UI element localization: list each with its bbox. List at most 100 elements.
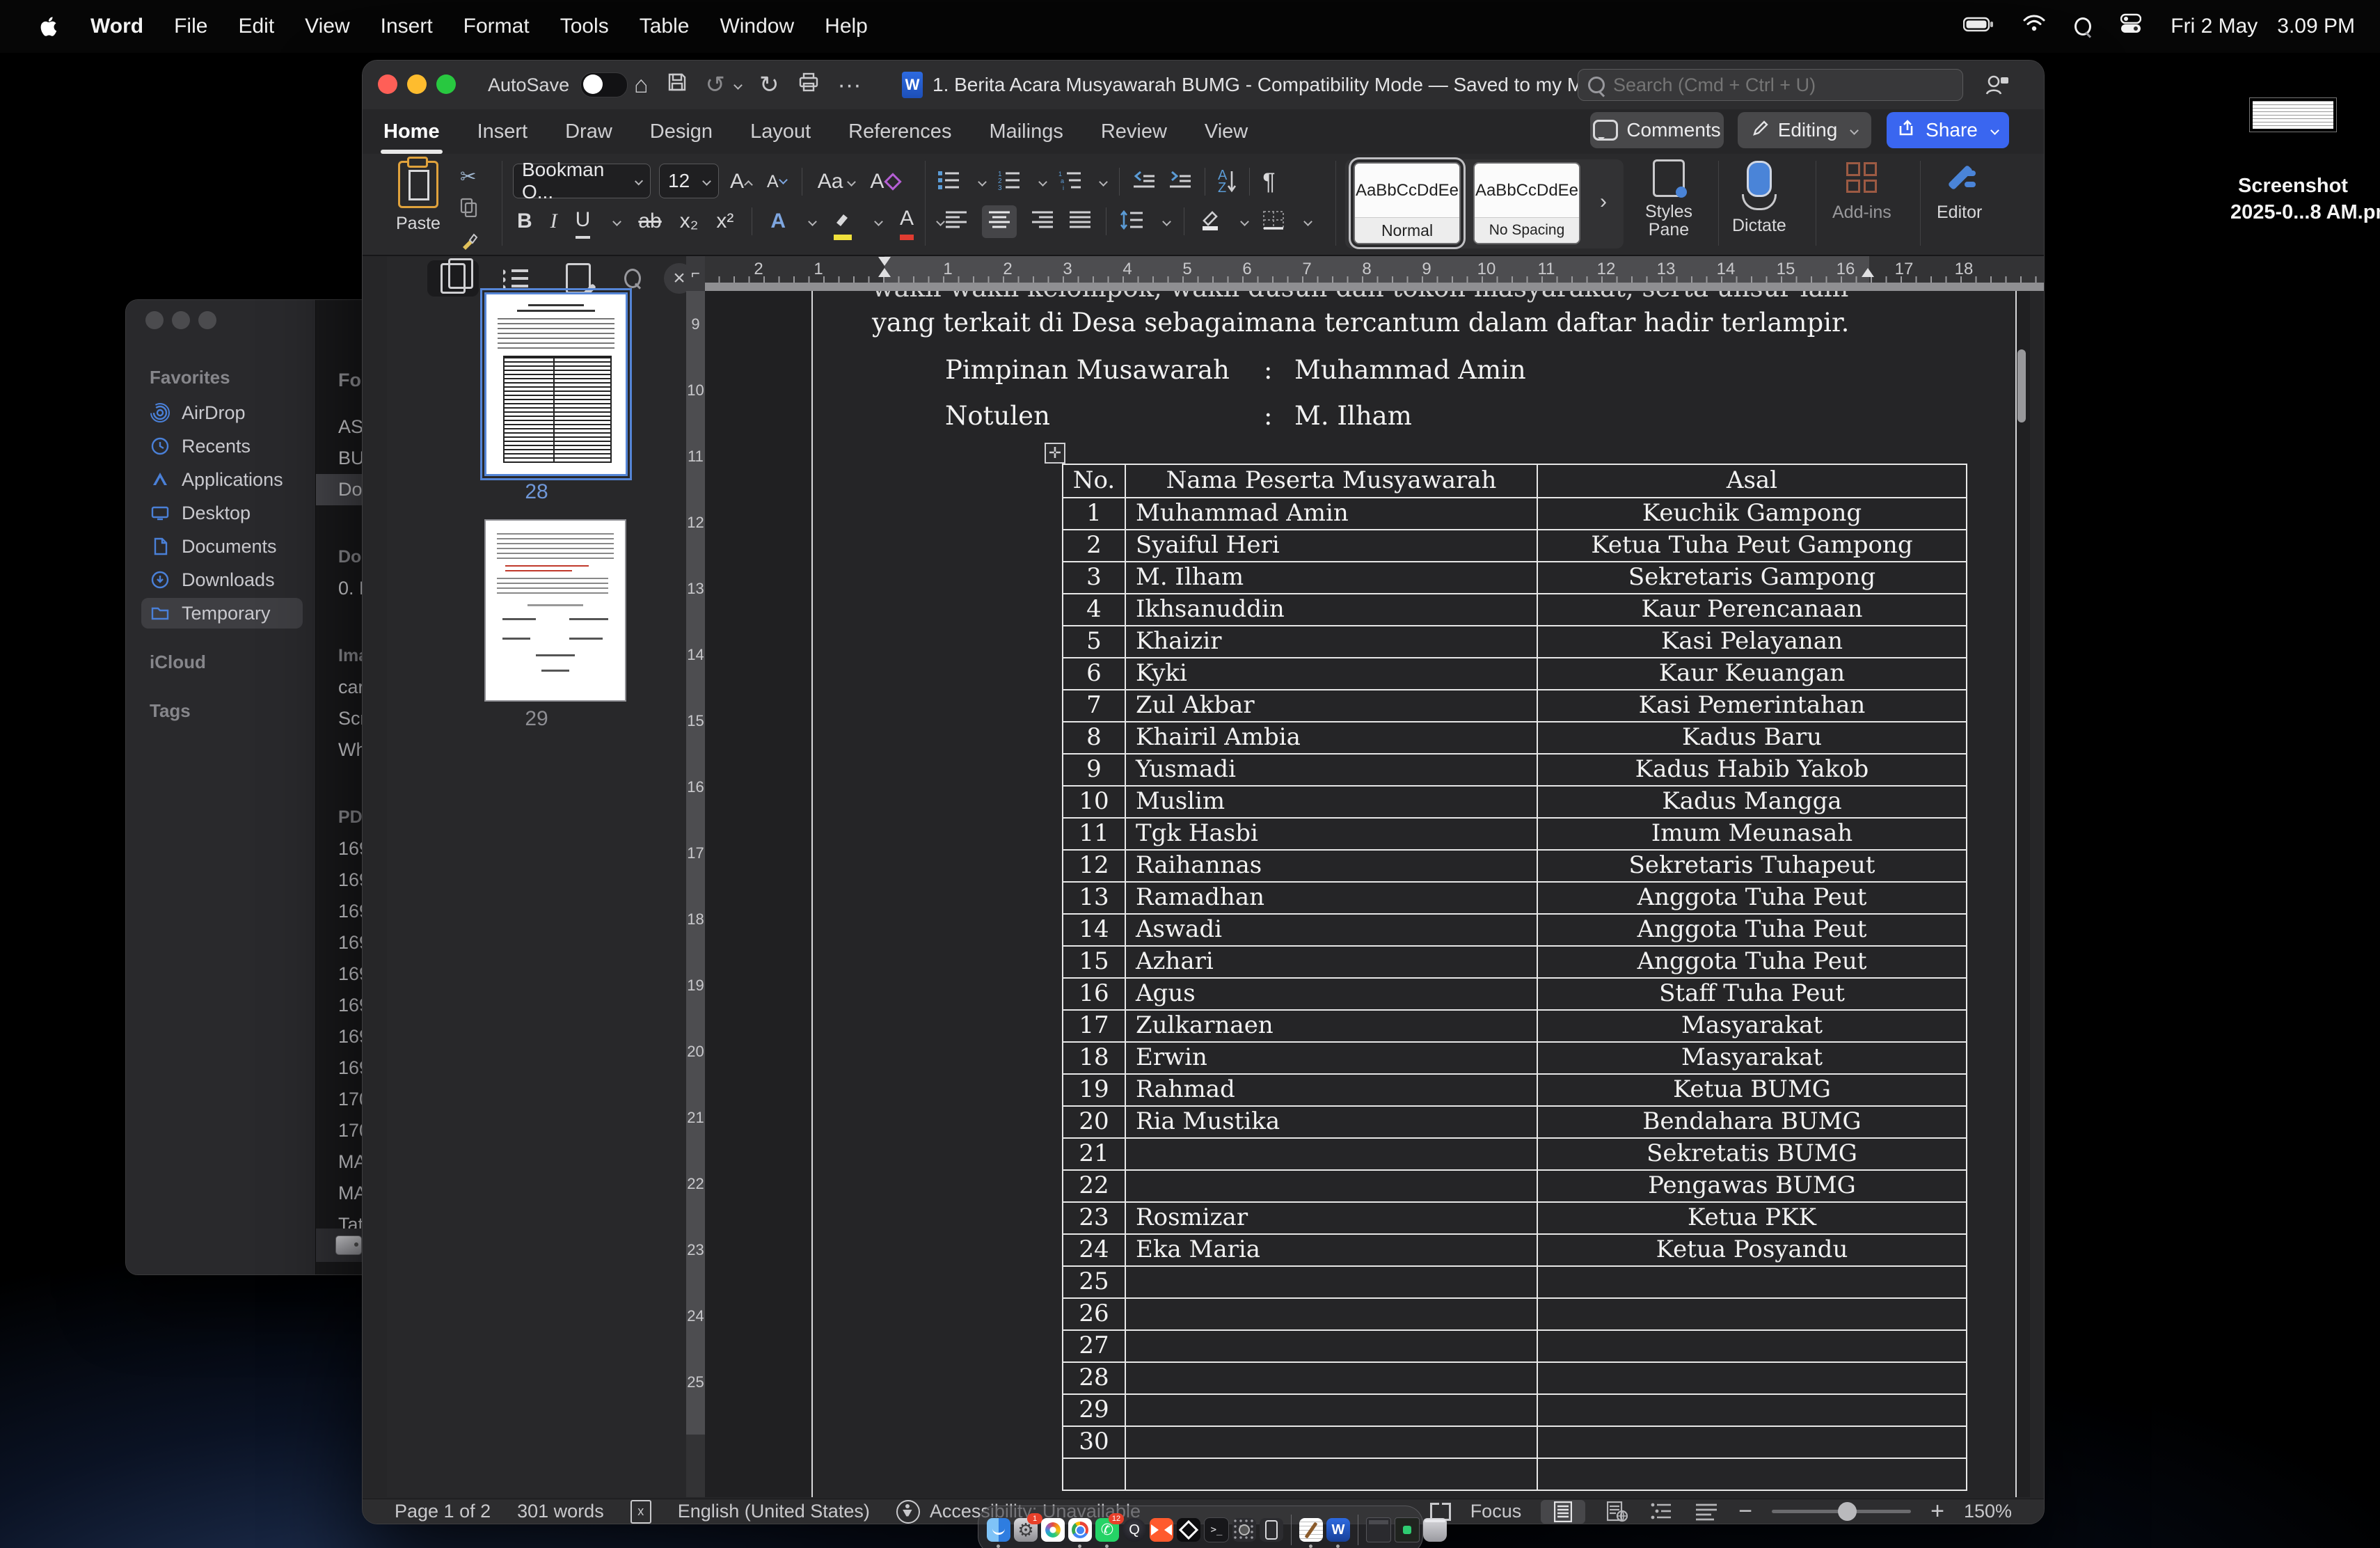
- add-ins-button[interactable]: Add-ins: [1832, 162, 1891, 223]
- language-indicator[interactable]: English (United States): [678, 1501, 870, 1522]
- increase-indent-button[interactable]: [1168, 170, 1192, 194]
- cell-name[interactable]: [1125, 1459, 1537, 1490]
- cell-asal[interactable]: Masyarakat: [1537, 1043, 1966, 1073]
- subscript-button[interactable]: x₂: [680, 205, 699, 237]
- cell-name[interactable]: Erwin: [1125, 1043, 1537, 1073]
- battery-icon[interactable]: [1963, 15, 1994, 38]
- paragraph-text[interactable]: yang terkait di Desa sebagaimana tercant…: [872, 308, 1849, 338]
- zoom-out-button[interactable]: −: [1738, 1498, 1752, 1524]
- sidebar-item-recents[interactable]: Recents: [141, 431, 303, 461]
- ribbon-tab[interactable]: Insert: [475, 120, 531, 143]
- cell-asal[interactable]: Ketua BUMG: [1537, 1075, 1966, 1105]
- menubar-item[interactable]: Help: [825, 15, 868, 38]
- cell-no[interactable]: [1063, 1459, 1125, 1490]
- cell-no[interactable]: 6: [1063, 658, 1125, 689]
- cell-asal[interactable]: Sekretatis BUMG: [1537, 1139, 1966, 1169]
- field-colon[interactable]: :: [1264, 355, 1272, 385]
- save-icon[interactable]: [667, 72, 688, 99]
- cell-asal[interactable]: Sekretaris Tuhapeut: [1537, 851, 1966, 881]
- cell-name[interactable]: [1125, 1171, 1537, 1201]
- cell-no[interactable]: 30: [1063, 1427, 1125, 1458]
- page-indicator[interactable]: Page 1 of 2: [395, 1501, 491, 1522]
- shading-chevron-icon[interactable]: [1240, 217, 1249, 226]
- cell-name[interactable]: [1125, 1267, 1537, 1297]
- cell-name[interactable]: Azhari: [1125, 947, 1537, 977]
- hanging-indent-marker[interactable]: [878, 268, 891, 277]
- cell-no[interactable]: 16: [1063, 979, 1125, 1009]
- field-value[interactable]: M. Ilham: [1294, 401, 1412, 431]
- line-spacing-chevron-icon[interactable]: [1162, 217, 1171, 226]
- cell-no[interactable]: 22: [1063, 1171, 1125, 1201]
- copy-icon[interactable]: [460, 198, 478, 222]
- zoom-slider-thumb[interactable]: [1838, 1502, 1857, 1521]
- dock-iphone-mirroring-icon[interactable]: [1260, 1518, 1283, 1542]
- cell-asal[interactable]: Imum Meunasah: [1537, 819, 1966, 849]
- dock-keyboard-app-icon[interactable]: [1232, 1518, 1256, 1542]
- italic-button[interactable]: I: [550, 205, 557, 237]
- focus-toggle[interactable]: Focus: [1470, 1501, 1522, 1522]
- superscript-button[interactable]: x²: [716, 205, 733, 237]
- dock-trash-icon[interactable]: [1423, 1518, 1447, 1542]
- ribbon-tab[interactable]: Design: [647, 120, 715, 143]
- dock-quicktime-icon[interactable]: Q: [1122, 1518, 1146, 1542]
- cell-asal[interactable]: Kadus Baru: [1537, 722, 1966, 753]
- tab-find[interactable]: [607, 260, 658, 297]
- cell-name[interactable]: Raihannas: [1125, 851, 1537, 881]
- page-thumbnail-28[interactable]: [484, 292, 628, 476]
- cell-asal[interactable]: Anggota Tuha Peut: [1537, 883, 1966, 913]
- cell-name[interactable]: Agus: [1125, 979, 1537, 1009]
- menubar-clock[interactable]: 3.09 PM: [2277, 15, 2355, 38]
- cell-asal[interactable]: [1537, 1427, 1966, 1458]
- highlight-button[interactable]: [834, 203, 852, 240]
- control-center-icon[interactable]: [2120, 13, 2141, 40]
- cell-no[interactable]: 28: [1063, 1363, 1125, 1393]
- cell-name[interactable]: [1125, 1299, 1537, 1329]
- cell-name[interactable]: Tgk Hasbi: [1125, 819, 1537, 849]
- cell-asal[interactable]: [1537, 1299, 1966, 1329]
- cell-asal[interactable]: Kasi Pemerintahan: [1537, 690, 1966, 721]
- cell-no[interactable]: 17: [1063, 1011, 1125, 1041]
- cell-name[interactable]: [1125, 1395, 1537, 1425]
- cell-no[interactable]: 19: [1063, 1075, 1125, 1105]
- decrease-indent-button[interactable]: [1132, 170, 1156, 194]
- shading-button[interactable]: [1198, 210, 1222, 234]
- cell-asal[interactable]: Bendahara BUMG: [1537, 1107, 1966, 1137]
- bold-button[interactable]: B: [517, 205, 532, 237]
- sidebar-item-airdrop[interactable]: AirDrop: [141, 397, 303, 428]
- undo-icon[interactable]: ↺: [706, 71, 726, 99]
- cell-asal[interactable]: Kaur Keuangan: [1537, 658, 1966, 689]
- column-header[interactable]: Asal: [1537, 465, 1966, 497]
- cell-no[interactable]: 5: [1063, 626, 1125, 657]
- menubar-item[interactable]: Insert: [381, 15, 433, 38]
- cell-name[interactable]: [1125, 1363, 1537, 1393]
- page-number-label[interactable]: 28: [387, 480, 686, 504]
- home-icon[interactable]: ⌂: [634, 72, 649, 99]
- dock-photos-icon[interactable]: [1041, 1518, 1065, 1542]
- apple-menu-icon[interactable]: [36, 13, 60, 40]
- underline-chevron-icon[interactable]: [612, 217, 621, 226]
- sidebar-item-temporary[interactable]: Temporary: [141, 598, 303, 629]
- highlight-chevron-icon[interactable]: [874, 217, 883, 226]
- cell-asal[interactable]: Masyarakat: [1537, 1011, 1966, 1041]
- dock-terminal-icon[interactable]: >_: [1204, 1517, 1229, 1542]
- sidebar-item-downloads[interactable]: Downloads: [141, 564, 303, 595]
- underline-button[interactable]: U: [576, 204, 591, 239]
- tab-outline[interactable]: [490, 260, 541, 297]
- styles-gallery-more-icon[interactable]: ›: [1600, 190, 1607, 214]
- cell-asal[interactable]: Ketua PKK: [1537, 1203, 1966, 1233]
- change-case-button[interactable]: Aa: [818, 166, 855, 198]
- share-profile-icon[interactable]: [1984, 72, 2010, 102]
- dock-word-icon[interactable]: W: [1326, 1518, 1350, 1542]
- dock-minimized-window[interactable]: [1395, 1517, 1420, 1542]
- editing-mode-button[interactable]: Editing: [1738, 112, 1871, 148]
- sort-button[interactable]: AZ: [1218, 166, 1237, 198]
- cell-asal[interactable]: Anggota Tuha Peut: [1537, 915, 1966, 945]
- dock-capcut-icon[interactable]: [1177, 1518, 1200, 1542]
- multilevel-chevron-icon[interactable]: [1099, 177, 1108, 187]
- word-count[interactable]: 301 words: [517, 1501, 604, 1522]
- menubar-item[interactable]: Format: [463, 15, 530, 38]
- cell-no[interactable]: 11: [1063, 819, 1125, 849]
- menubar-item[interactable]: Window: [720, 15, 794, 38]
- cell-no[interactable]: 26: [1063, 1299, 1125, 1329]
- cell-asal[interactable]: Ketua Tuha Peut Gampong: [1537, 530, 1966, 561]
